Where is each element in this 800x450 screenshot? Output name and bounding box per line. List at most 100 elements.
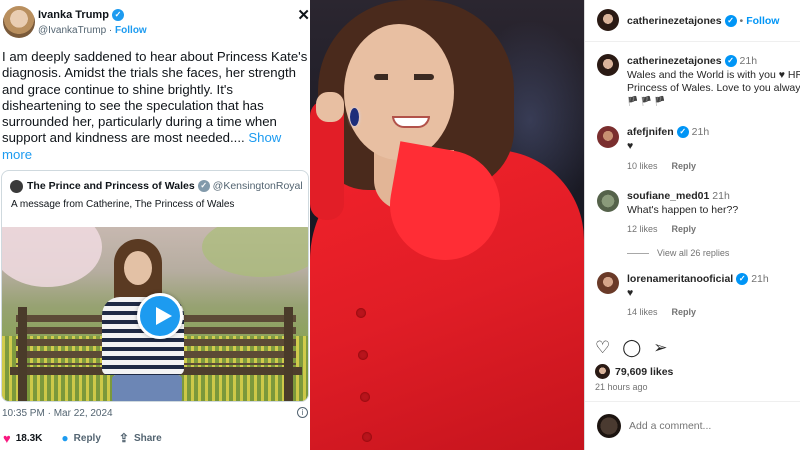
avatar — [597, 414, 621, 438]
tweet-action-bar: ♥ 18.3K ● Reply ⇪ Share — [0, 426, 310, 450]
share-label: Share — [133, 432, 162, 444]
comment-username[interactable]: lorenameritanooficial — [627, 273, 733, 285]
comment-icon[interactable]: ◯ — [622, 338, 641, 358]
share-button[interactable]: ⇪ Share — [119, 431, 162, 445]
caption-user-row: catherinezetajones ✓ 21h — [627, 55, 757, 67]
post-photo — [310, 0, 584, 450]
comment-meta: 12 likes Reply — [627, 224, 696, 234]
caption-time: 21h — [739, 55, 758, 67]
coat-button — [356, 308, 366, 318]
quote-handle: @KensingtonRoyal — [212, 180, 303, 192]
reply-button[interactable]: ● Reply — [61, 431, 100, 445]
smile — [392, 116, 430, 128]
verified-icon: ✓ — [197, 180, 210, 192]
separator-dot: · — [108, 25, 113, 36]
coat-button — [362, 432, 372, 442]
info-icon[interactable]: i — [297, 407, 308, 418]
tweet-panel: Ivanka Trump ✓ @IvankaTrump · Follow ✕ I… — [0, 0, 310, 450]
view-replies-label: View all 26 replies — [657, 248, 730, 258]
comment-user-row: lorenameritanooficial ✓ 21h — [627, 273, 769, 285]
tweet-follow-button[interactable]: Follow — [115, 25, 147, 36]
share-icon: ⇪ — [118, 431, 129, 445]
blossom-tree — [2, 227, 102, 287]
comment-text: ♥ — [627, 287, 634, 299]
like-button[interactable]: ♥ 18.3K — [0, 431, 42, 446]
verified-icon: ✓ — [724, 15, 737, 27]
divider — [585, 401, 800, 402]
tree-foliage — [202, 227, 308, 277]
comment-text: ♥ — [627, 140, 634, 152]
heart-icon[interactable]: ♡ — [595, 338, 610, 358]
tweet-handle: @IvankaTrump — [38, 25, 107, 36]
bench-leg — [18, 307, 27, 401]
comment-likes[interactable]: 10 likes — [627, 161, 658, 171]
quoted-tweet[interactable]: The Prince and Princess of Wales ✓ @Kens… — [1, 170, 309, 402]
tweet-handle-line: @IvankaTrump · Follow — [38, 25, 147, 36]
reply-icon: ● — [61, 431, 69, 445]
comment-username[interactable]: afefjnifen — [627, 126, 674, 138]
ig-header-user-row: catherinezetajones ✓ • Follow — [627, 15, 779, 27]
heart-icon: ♥ — [3, 430, 11, 446]
comment-time: 21h — [712, 190, 730, 202]
eyes — [374, 74, 434, 80]
ig-follow-button[interactable]: Follow — [746, 15, 779, 27]
quote-author-name: The Prince and Princess of Wales — [27, 180, 195, 192]
avatar[interactable] — [597, 54, 619, 76]
separator-dot: • — [739, 15, 744, 27]
caption-line: Princess of Wales. Love to you always. — [627, 82, 800, 94]
ig-action-bar: ♡ ◯ ➢ — [595, 338, 668, 358]
tweet-author-name-row: Ivanka Trump ✓ — [38, 9, 124, 21]
ig-post-time: 21 hours ago — [595, 382, 648, 392]
caption-flags: 🏴 🏴 🏴 — [627, 96, 666, 106]
play-icon[interactable] — [137, 293, 183, 339]
jeans — [112, 375, 182, 401]
instagram-panel: catherinezetajones ✓ • Follow catherinez… — [584, 0, 800, 450]
verified-icon: ✓ — [676, 126, 689, 138]
bench-leg — [284, 307, 293, 401]
close-icon[interactable]: ✕ — [297, 6, 310, 24]
divider-line — [627, 253, 649, 255]
comment-meta: 10 likes Reply — [627, 161, 696, 171]
comment-username[interactable]: soufiane_med01 — [627, 190, 709, 202]
add-comment-input[interactable] — [629, 420, 794, 432]
comment-time: 21h — [691, 126, 710, 138]
avatar[interactable] — [597, 190, 619, 212]
comment-text: What's happen to her?? — [627, 204, 739, 216]
sapphire-earring — [350, 108, 359, 126]
tweet-author-avatar[interactable] — [3, 6, 35, 38]
reply-button[interactable]: Reply — [672, 224, 697, 234]
avatar[interactable] — [597, 272, 619, 294]
comment-user-row: afefjnifen ✓ 21h — [627, 126, 709, 138]
comment-time: 21h — [751, 273, 769, 285]
ig-header-username[interactable]: catherinezetajones — [627, 15, 722, 27]
video-thumbnail[interactable] — [2, 227, 308, 401]
comment-likes[interactable]: 12 likes — [627, 224, 658, 234]
coat-button — [360, 392, 370, 402]
ig-likes-count[interactable]: 79,609 likes — [615, 366, 673, 378]
view-replies-link[interactable]: View all 26 replies — [627, 248, 729, 258]
caption-username[interactable]: catherinezetajones — [627, 55, 722, 67]
comment-user-row: soufiane_med01 21h — [627, 190, 730, 202]
tweet-timestamp[interactable]: 10:35 PM · Mar 22, 2024 — [2, 408, 113, 419]
tweet-body: I am deeply saddened to hear about Princ… — [2, 49, 310, 163]
hand — [316, 92, 344, 122]
verified-icon: ✓ — [111, 9, 124, 21]
caption-line: Wales and the World is with you ♥ HRH — [627, 69, 800, 81]
quote-text: A message from Catherine, The Princess o… — [11, 199, 235, 210]
like-count: 18.3K — [15, 432, 43, 444]
ig-post-header: catherinezetajones ✓ • Follow — [585, 0, 800, 42]
reply-button[interactable]: Reply — [672, 161, 697, 171]
share-icon[interactable]: ➢ — [653, 338, 667, 358]
comment-likes[interactable]: 14 likes — [627, 307, 658, 317]
comment-meta: 14 likes Reply — [627, 307, 696, 317]
avatar — [595, 364, 610, 379]
reply-button[interactable]: Reply — [672, 307, 697, 317]
verified-icon: ✓ — [736, 273, 749, 285]
coat-button — [358, 350, 368, 360]
avatar[interactable] — [597, 9, 619, 31]
tweet-author-name[interactable]: Ivanka Trump — [38, 9, 109, 21]
quote-author-avatar — [10, 180, 23, 193]
reply-label: Reply — [73, 432, 101, 444]
avatar[interactable] — [597, 126, 619, 148]
person-face — [124, 251, 152, 285]
